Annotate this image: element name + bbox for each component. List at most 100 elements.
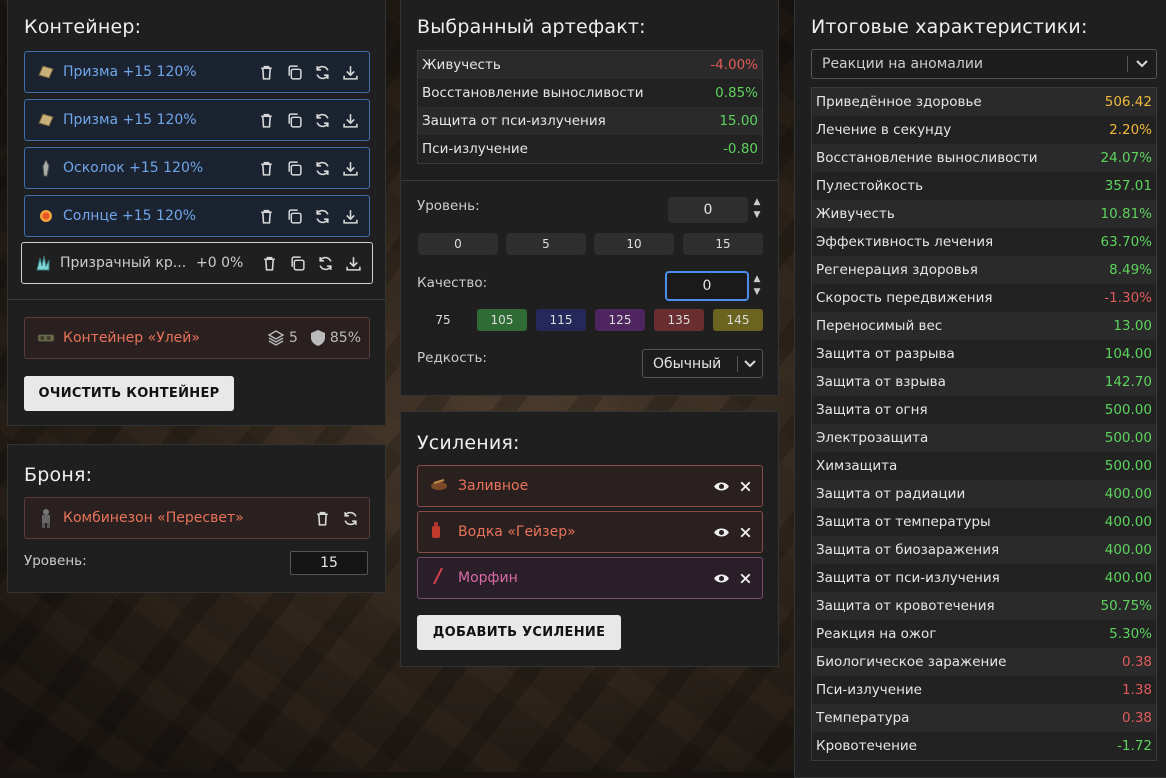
- trash-icon[interactable]: [257, 111, 275, 129]
- stat-value: 24.07%: [1100, 150, 1152, 166]
- container-panel: Контейнер: Призма +15 120% Призма +15 12…: [7, 0, 386, 426]
- chevron-up-icon[interactable]: ▲: [751, 196, 763, 209]
- totals-stat-row: Защита от радиации 400.00: [812, 480, 1156, 508]
- stat-name: Пси-излучение: [422, 141, 528, 157]
- quality-stepper[interactable]: ▲ ▼: [751, 273, 763, 299]
- level-preset-15[interactable]: 15: [683, 233, 763, 255]
- trash-icon[interactable]: [257, 159, 275, 177]
- totals-stat-row: Лечение в секунду 2.20%: [812, 116, 1156, 144]
- stat-name: Регенерация здоровья: [816, 262, 978, 278]
- container-item-selected[interactable]: Призрачный кр... +0 0%: [21, 242, 373, 284]
- stat-value: 142.70: [1104, 374, 1152, 390]
- armor-level-label: Уровень:: [24, 553, 87, 569]
- artifact-title: Выбранный артефакт:: [417, 16, 646, 38]
- container-item[interactable]: Призма +15 120%: [24, 99, 370, 141]
- copy-icon[interactable]: [285, 63, 303, 81]
- add-boost-button[interactable]: ДОБАВИТЬ УСИЛЕНИЕ: [417, 615, 621, 650]
- armor-level-input[interactable]: 15: [290, 551, 368, 575]
- eye-icon[interactable]: [712, 523, 730, 541]
- chevron-down-icon[interactable]: ▼: [751, 209, 763, 222]
- stat-value: 357.01: [1104, 178, 1152, 194]
- quality-input[interactable]: 0: [665, 271, 749, 301]
- level-preset-10[interactable]: 10: [594, 233, 674, 255]
- protection-value: 85%: [329, 330, 361, 346]
- eye-icon[interactable]: [712, 569, 730, 587]
- refresh-icon[interactable]: [313, 63, 331, 81]
- level-stepper[interactable]: ▲ ▼: [751, 196, 763, 222]
- eye-icon[interactable]: [712, 477, 730, 495]
- copy-icon[interactable]: [285, 159, 303, 177]
- stat-value: 50.75%: [1100, 598, 1152, 614]
- container-name: Контейнер «Улей»: [63, 330, 200, 346]
- boost-item[interactable]: Водка «Гейзер»: [417, 511, 763, 553]
- syringe-icon: [430, 567, 450, 589]
- stat-name: Живучесть: [816, 206, 895, 222]
- download-icon[interactable]: [341, 63, 359, 81]
- stat-value: 500.00: [1104, 430, 1152, 446]
- totals-filter-select[interactable]: Реакции на аномалии: [811, 49, 1157, 79]
- copy-icon[interactable]: [285, 207, 303, 225]
- clear-container-button[interactable]: ОЧИСТИТЬ КОНТЕЙНЕР: [24, 376, 234, 411]
- download-icon[interactable]: [341, 159, 359, 177]
- quality-preset-145[interactable]: 145: [713, 309, 763, 331]
- slots-count: 5: [288, 330, 298, 346]
- download-icon[interactable]: [341, 207, 359, 225]
- close-icon[interactable]: [736, 569, 754, 587]
- totals-stat-row: Реакция на ожог 5.30%: [812, 620, 1156, 648]
- trash-icon[interactable]: [260, 254, 278, 272]
- stat-value: 63.70%: [1100, 234, 1152, 250]
- trash-icon[interactable]: [257, 63, 275, 81]
- armor-item[interactable]: Комбинезон «Пересвет»: [24, 497, 370, 539]
- container-item[interactable]: Осколок +15 120%: [24, 147, 370, 189]
- refresh-icon[interactable]: [313, 159, 331, 177]
- download-icon[interactable]: [341, 111, 359, 129]
- stat-value: 400.00: [1104, 542, 1152, 558]
- quality-preset-135[interactable]: 135: [654, 309, 704, 331]
- stat-name: Защита от огня: [816, 402, 928, 418]
- refresh-icon[interactable]: [313, 207, 331, 225]
- stat-name: Кровотечение: [816, 738, 917, 754]
- stat-name: Защита от разрыва: [816, 346, 955, 362]
- container-type[interactable]: Контейнер «Улей» 5 85%: [24, 317, 370, 359]
- container-item[interactable]: Призма +15 120%: [24, 51, 370, 93]
- refresh-icon[interactable]: [313, 111, 331, 129]
- quality-preset-75[interactable]: 75: [418, 309, 468, 331]
- container-item[interactable]: Солнце +15 120%: [24, 195, 370, 237]
- quality-preset-125[interactable]: 125: [595, 309, 645, 331]
- divider: [401, 180, 778, 181]
- stat-name: Защита от пси-излучения: [816, 570, 1000, 586]
- copy-icon[interactable]: [285, 111, 303, 129]
- rarity-select[interactable]: Обычный: [642, 349, 763, 378]
- refresh-icon[interactable]: [316, 254, 334, 272]
- close-icon[interactable]: [736, 477, 754, 495]
- boost-item[interactable]: Заливное: [417, 465, 763, 507]
- chevron-up-icon[interactable]: ▲: [751, 273, 763, 286]
- trash-icon[interactable]: [313, 509, 331, 527]
- stat-name: Защита от температуры: [816, 514, 991, 530]
- quality-preset-115[interactable]: 115: [536, 309, 586, 331]
- level-input[interactable]: 0: [668, 197, 748, 223]
- refresh-icon[interactable]: [341, 509, 359, 527]
- chevron-down-icon[interactable]: ▼: [751, 286, 763, 299]
- stat-value: 500.00: [1104, 402, 1152, 418]
- download-icon[interactable]: [344, 254, 362, 272]
- stat-name: Защита от радиации: [816, 486, 966, 502]
- prism-icon: [37, 63, 55, 81]
- trash-icon[interactable]: [257, 207, 275, 225]
- level-preset-5[interactable]: 5: [506, 233, 586, 255]
- close-icon[interactable]: [736, 523, 754, 541]
- artifact-stat-row: Пси-излучение -0.80: [418, 135, 762, 163]
- level-preset-0[interactable]: 0: [418, 233, 498, 255]
- stat-name: Защита от кровотечения: [816, 598, 995, 614]
- stat-name: Защита от биозаражения: [816, 542, 1000, 558]
- quality-preset-105[interactable]: 105: [477, 309, 527, 331]
- filter-value: Реакции на аномалии: [822, 56, 984, 72]
- item-label: Призма +15 120%: [63, 112, 197, 128]
- copy-icon[interactable]: [288, 254, 306, 272]
- boost-item[interactable]: Морфин: [417, 557, 763, 599]
- stat-value: 2.20%: [1109, 122, 1152, 138]
- sun-icon: [37, 207, 55, 225]
- stat-value: 104.00: [1104, 346, 1152, 362]
- stat-value: 5.30%: [1109, 626, 1152, 642]
- stat-value: 500.00: [1104, 458, 1152, 474]
